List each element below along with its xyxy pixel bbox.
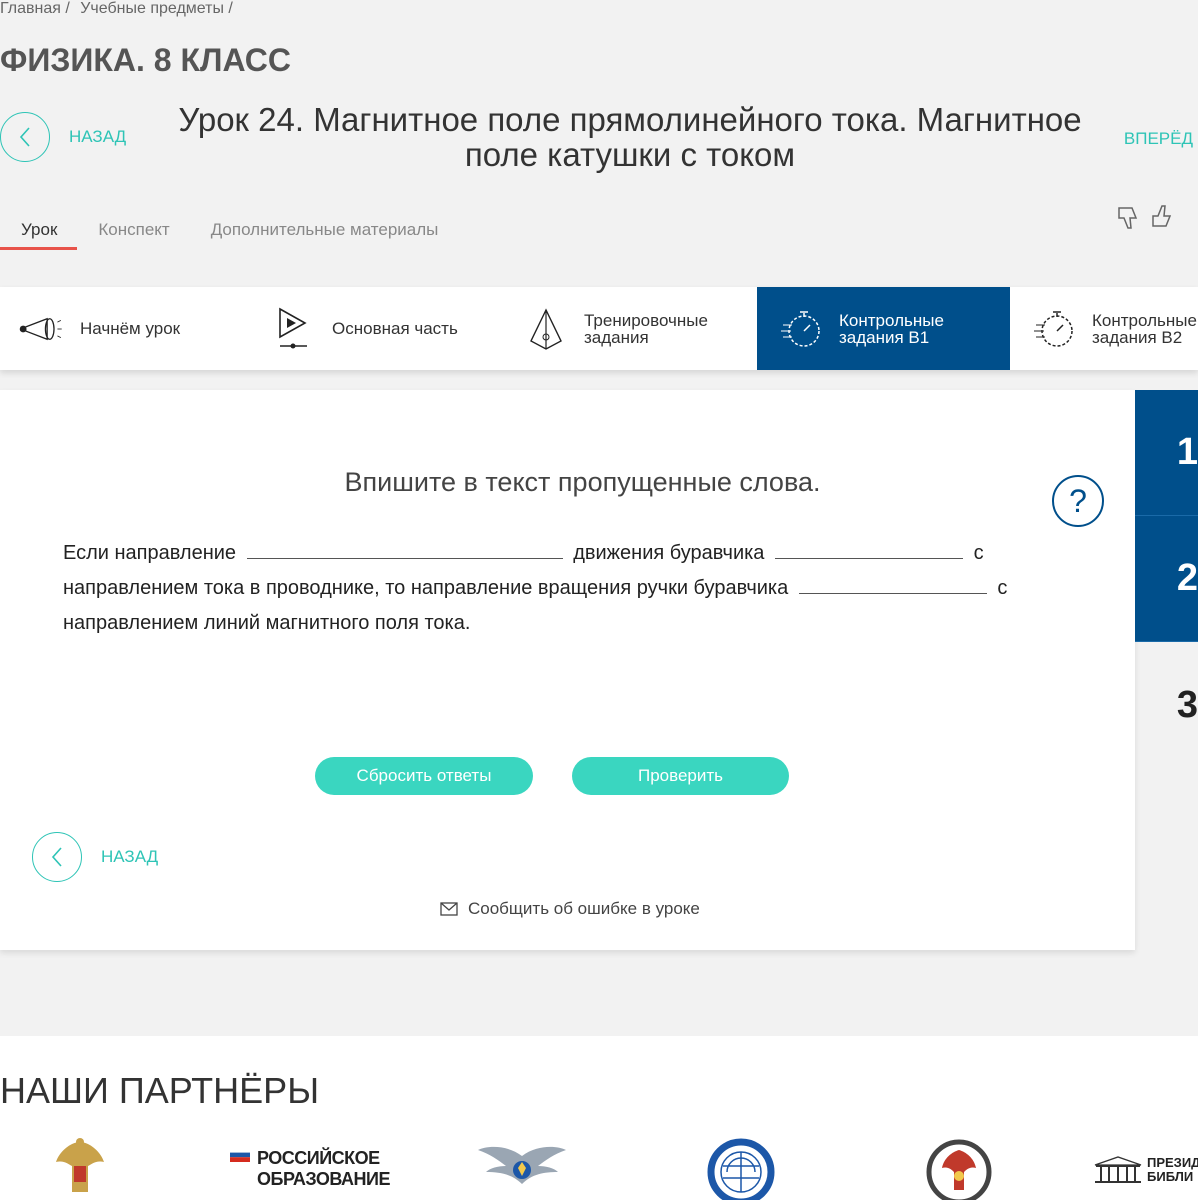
step-label: Начнём урок (80, 319, 181, 338)
task-text-part: с (997, 577, 1008, 599)
geographic-society-logo[interactable] (700, 1136, 782, 1200)
chevron-left-icon (51, 847, 62, 867)
russia-emblem-logo[interactable] (50, 1136, 110, 1200)
task-text-part: направлением линий магнитного поля тока. (63, 612, 471, 634)
logo-text: БИБЛИ (1147, 1169, 1194, 1184)
step-label: Контрольные задания В1 (839, 312, 944, 346)
answer-blank-2[interactable] (775, 537, 963, 559)
back-button[interactable] (32, 832, 82, 882)
back-button[interactable] (0, 112, 50, 162)
task-text-part: с (973, 542, 984, 564)
back-label[interactable]: НАЗАД (69, 127, 126, 147)
historical-society-logo[interactable] (922, 1136, 996, 1200)
lesson-tabs: Урок Конспект Дополнительные материалы (0, 212, 458, 250)
stopwatch-icon (1030, 305, 1078, 353)
help-icon[interactable]: ? (1052, 475, 1104, 527)
answer-blank-1[interactable] (246, 537, 563, 559)
megaphone-icon (18, 305, 66, 353)
breadcrumb-home[interactable]: Главная (0, 0, 61, 17)
reset-answers-button[interactable]: Сбросить ответы (315, 757, 533, 795)
task-text-part: Если направление (63, 542, 237, 564)
step-label-line2: задания В1 (839, 327, 930, 347)
task-number-list: 1 2 3 (1135, 390, 1198, 768)
step-label: Тренировочные задания (584, 312, 708, 346)
partners-section (0, 1036, 1198, 1200)
back-label[interactable]: НАЗАД (101, 847, 158, 867)
lesson-steps: Начнём урок Основная часть Тренировочные… (0, 287, 1198, 370)
check-button[interactable]: Проверить (572, 757, 789, 795)
logo-text: ОБРАЗОВАНИЕ (257, 1169, 390, 1189)
step-label: Основная часть (332, 319, 458, 338)
tab-summary[interactable]: Конспект (77, 212, 189, 250)
step-main[interactable]: Основная часть (228, 287, 498, 370)
answer-blank-3[interactable] (798, 572, 987, 594)
report-error-link[interactable]: Сообщить об ошибке в уроке (440, 899, 700, 919)
breadcrumb-separator: / (228, 0, 233, 17)
pyramid-icon (522, 305, 570, 353)
thumbs-down-icon[interactable] (1116, 202, 1142, 232)
step-start[interactable]: Начнём урок (0, 287, 228, 370)
step-label-line2: задания В2 (1092, 327, 1183, 347)
chevron-left-icon (19, 127, 30, 147)
education-ministry-logo[interactable] (476, 1136, 568, 1200)
step-label: Контрольные задания В2 (1092, 312, 1197, 346)
task-number-2[interactable]: 2 (1135, 516, 1198, 642)
forward-link[interactable]: ВПЕРЁД (1124, 129, 1193, 149)
logo-text: РОССИЙСКОЕ (257, 1148, 380, 1168)
step-control-b1[interactable]: Контрольные задания В1 (757, 287, 1010, 370)
step-label-line2: задания (584, 327, 649, 347)
report-label: Сообщить об ошибке в уроке (468, 899, 700, 918)
russian-education-logo[interactable]: РОССИЙСКОЕ ОБРАЗОВАНИЕ (230, 1148, 390, 1190)
breadcrumb: Главная / Учебные предметы / (0, 0, 239, 18)
presidential-library-logo[interactable]: ПРЕЗИД БИБЛИ (1093, 1155, 1198, 1185)
thumbs-up-icon[interactable] (1150, 202, 1176, 232)
lesson-title: Урок 24. Магнитное поле прямолинейного т… (178, 101, 1082, 173)
task-number-3[interactable]: 3 (1135, 642, 1198, 768)
partners-title: НАШИ ПАРТНЁРЫ (0, 1070, 320, 1111)
course-title: ФИЗИКА. 8 КЛАСС (0, 42, 291, 78)
task-text: Если направление движения буравчика с на… (63, 536, 1063, 641)
back-nav-bottom[interactable]: НАЗАД (32, 832, 158, 882)
task-text-part: движения буравчика (573, 542, 765, 564)
stopwatch-icon (777, 305, 825, 353)
rating-controls (1116, 202, 1176, 232)
breadcrumb-separator: / (65, 0, 70, 17)
task-heading: Впишите в текст пропущенные слова. (344, 467, 821, 497)
breadcrumb-subjects[interactable]: Учебные предметы (80, 0, 224, 17)
step-control-b2[interactable]: Контрольные задания В2 (1010, 287, 1198, 370)
logo-text: ПРЕЗИД (1147, 1155, 1198, 1170)
play-icon (270, 305, 318, 353)
task-text-part: направлением тока в проводнике, то напра… (63, 577, 789, 599)
tab-extra-materials[interactable]: Дополнительные материалы (190, 212, 459, 250)
tab-lesson[interactable]: Урок (0, 212, 78, 250)
back-nav[interactable]: НАЗАД (0, 112, 126, 162)
envelope-icon (440, 902, 458, 916)
step-training[interactable]: Тренировочные задания (498, 287, 757, 370)
